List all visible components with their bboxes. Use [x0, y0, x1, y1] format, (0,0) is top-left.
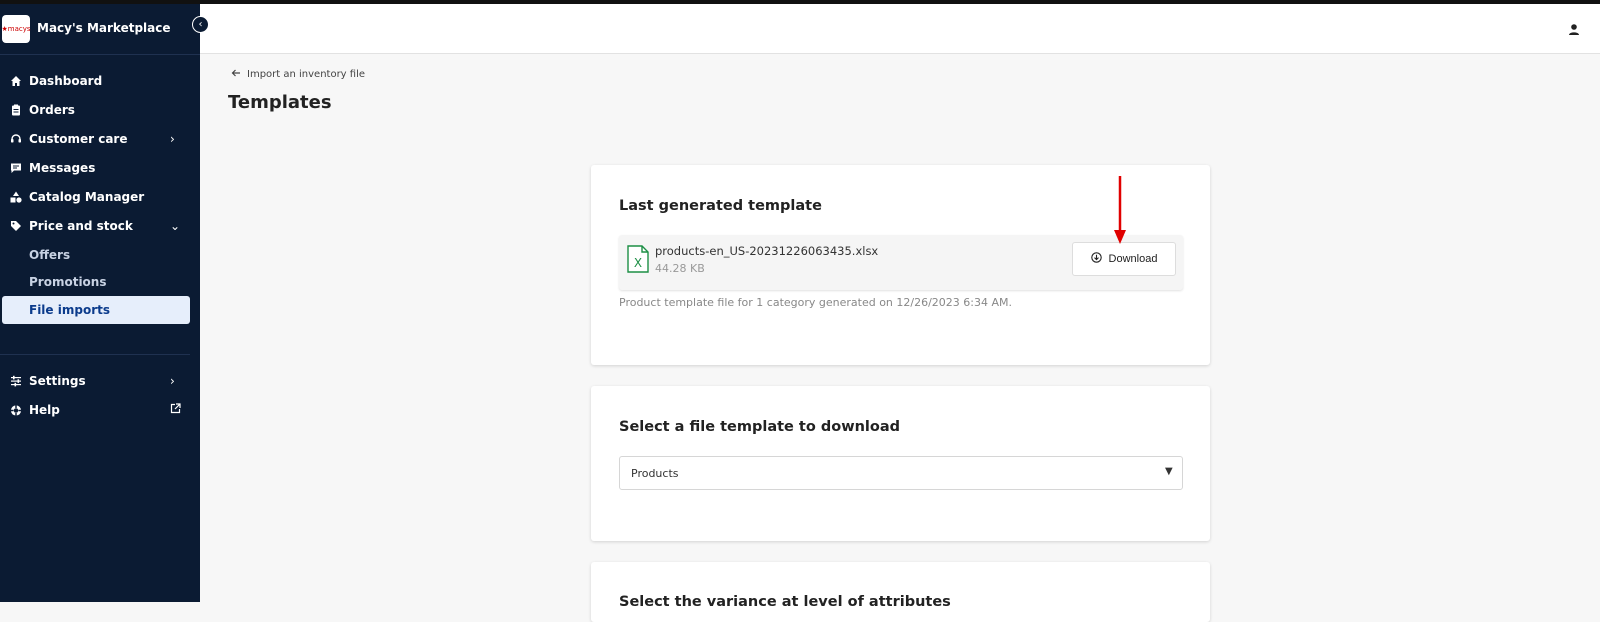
download-button[interactable]: Download: [1072, 242, 1176, 276]
sidebar-item-label: Messages: [29, 161, 96, 175]
card-title: Last generated template: [619, 198, 822, 214]
sidebar-item-messages[interactable]: Messages: [0, 154, 200, 182]
external-link-icon: [170, 403, 181, 417]
divider: [0, 354, 190, 355]
home-icon: [10, 75, 22, 87]
variance-card: Select the variance at level of attribut…: [591, 562, 1210, 622]
chevron-right-icon: ›: [170, 374, 175, 388]
sidebar-item-help[interactable]: Help: [0, 396, 200, 424]
brand-name: Macy's Marketplace: [37, 21, 171, 35]
chevron-right-icon: ›: [170, 132, 175, 146]
tag-icon: [10, 220, 22, 232]
download-icon: [1090, 252, 1102, 266]
sliders-icon: [10, 375, 22, 387]
back-link[interactable]: Import an inventory file: [231, 68, 365, 81]
brand[interactable]: ★macys Macy's Marketplace: [0, 4, 200, 54]
collapse-sidebar-button[interactable]: ‹: [192, 16, 209, 33]
arrow-left-icon: [231, 68, 241, 81]
sidebar-item-catalog-manager[interactable]: Catalog Manager: [0, 183, 200, 211]
top-header: [200, 4, 1600, 54]
sidebar-subitem-file-imports[interactable]: File imports: [2, 296, 190, 324]
sidebar-item-label: Orders: [29, 103, 75, 117]
sidebar-item-orders[interactable]: Orders: [0, 96, 200, 124]
svg-text:X: X: [634, 256, 642, 270]
sidebar-item-dashboard[interactable]: Dashboard: [0, 67, 200, 95]
card-title: Select a file template to download: [619, 419, 901, 435]
sidebar-item-label: Dashboard: [29, 74, 103, 88]
page-title: Templates: [228, 92, 332, 113]
back-link-label: Import an inventory file: [247, 69, 366, 80]
sidebar-item-customer-care[interactable]: Customer care ›: [0, 125, 200, 153]
headset-icon: [10, 133, 22, 145]
file-size: 44.28 KB: [655, 262, 705, 275]
sidebar-item-label: Customer care: [29, 132, 128, 146]
sidebar-item-price-and-stock[interactable]: Price and stock ⌄: [0, 212, 200, 240]
chevron-down-icon: ⌄: [170, 219, 181, 233]
lifebuoy-icon: [10, 404, 22, 416]
clipboard-icon: [10, 104, 22, 116]
file-item: X products-en_US-20231226063435.xlsx 44.…: [619, 235, 1183, 290]
sidebar-subitem-promotions[interactable]: Promotions: [2, 268, 190, 296]
file-description: Product template file for 1 category gen…: [619, 296, 1013, 309]
select-value: Products: [631, 467, 679, 480]
user-icon[interactable]: [1567, 22, 1581, 36]
download-label: Download: [1108, 253, 1158, 265]
sidebar: ★macys Macy's Marketplace Dashboard Orde…: [0, 4, 200, 602]
caret-down-icon: ▼: [1165, 466, 1173, 477]
annotation-arrow-icon: [1114, 176, 1126, 244]
select-template-card: Select a file template to download Produ…: [591, 386, 1210, 541]
sidebar-item-label: Settings: [29, 374, 86, 388]
file-name: products-en_US-20231226063435.xlsx: [655, 244, 879, 258]
excel-file-icon: X: [627, 245, 649, 273]
card-title: Select the variance at level of attribut…: [619, 594, 951, 610]
sidebar-item-settings[interactable]: Settings ›: [0, 367, 200, 395]
divider: [0, 54, 200, 55]
chevron-left-icon: ‹: [198, 19, 203, 30]
message-icon: [10, 162, 22, 174]
macys-logo: ★macys: [1, 15, 31, 43]
sidebar-item-label: Help: [29, 403, 60, 417]
sidebar-item-label: Price and stock: [29, 219, 133, 233]
sidebar-item-label: Catalog Manager: [29, 190, 145, 204]
template-select[interactable]: Products ▼: [619, 456, 1183, 490]
sidebar-subitem-offers[interactable]: Offers: [2, 241, 190, 269]
shapes-icon: [10, 191, 22, 203]
